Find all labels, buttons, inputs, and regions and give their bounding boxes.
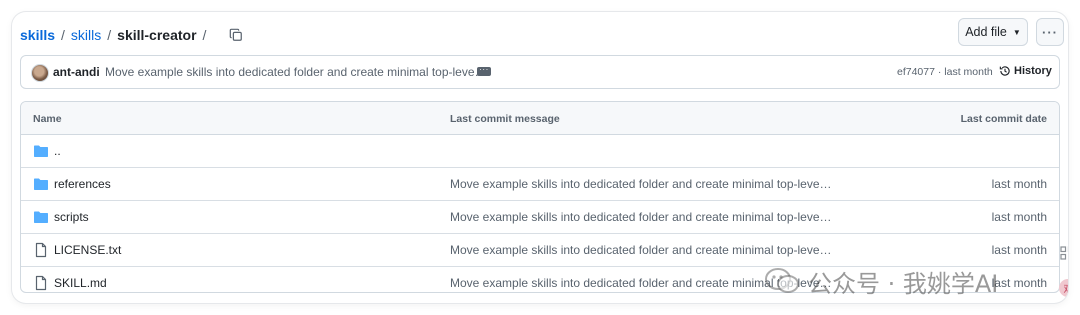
commit-message[interactable]: Move example skills into dedicated folde… xyxy=(105,65,487,79)
more-options-button[interactable]: ··· xyxy=(1036,18,1064,46)
commit-author[interactable]: ant-andi xyxy=(53,65,100,79)
table-row[interactable]: references Move example skills into dedic… xyxy=(21,168,1059,201)
latest-commit-bar: ant-andi Move example skills into dedica… xyxy=(20,55,1060,89)
folder-icon xyxy=(33,176,49,192)
caret-down-icon: ▼ xyxy=(1012,27,1021,37)
file-icon xyxy=(33,275,49,291)
watermark-text: 公众号 · 我姚学AI xyxy=(808,269,999,298)
commit-message-link[interactable]: Move example skills into dedicated folde… xyxy=(450,210,832,224)
breadcrumb-separator: / xyxy=(202,27,207,43)
breadcrumb-repo-link[interactable]: skills xyxy=(20,27,55,43)
commit-date: last month xyxy=(991,177,1047,191)
commit-hash-time[interactable]: ef74077 · last month xyxy=(897,66,993,78)
header-message: Last commit message xyxy=(450,113,560,125)
commit-date: last month xyxy=(991,210,1047,224)
file-name-link[interactable]: references xyxy=(54,177,111,191)
expand-commit-button[interactable]: ··· xyxy=(477,66,491,76)
commit-date: last month xyxy=(991,243,1047,257)
folder-icon xyxy=(33,209,49,225)
copy-icon xyxy=(230,28,243,41)
commit-date: last month xyxy=(991,276,1047,290)
table-row[interactable]: LICENSE.txt Move example skills into dedi… xyxy=(21,234,1059,267)
file-name-link[interactable]: SKILL.md xyxy=(54,276,107,290)
file-name-link[interactable]: scripts xyxy=(54,210,89,224)
avatar[interactable] xyxy=(31,64,49,82)
wechat-logo-icon xyxy=(765,268,799,293)
file-name-link[interactable]: LICENSE.txt xyxy=(54,243,121,257)
breadcrumb-separator: / xyxy=(107,27,112,43)
folder-icon xyxy=(33,143,49,159)
table-row[interactable]: .. xyxy=(21,135,1059,168)
copy-path-button[interactable] xyxy=(226,25,246,45)
commit-message-link[interactable]: Move example skills into dedicated folde… xyxy=(450,177,832,191)
breadcrumb-row: skills / skills / skill-creator / Add fi… xyxy=(20,16,1064,52)
breadcrumb-separator: / xyxy=(61,27,65,43)
commit-message-link[interactable]: Move example skills into dedicated folde… xyxy=(450,243,832,257)
table-row[interactable]: scripts Move example skills into dedicate… xyxy=(21,201,1059,234)
file-name-link[interactable]: .. xyxy=(54,144,61,158)
header-name: Name xyxy=(33,113,62,125)
breadcrumb-folder-link[interactable]: skills xyxy=(71,27,101,43)
header-date: Last commit date xyxy=(960,113,1047,125)
add-file-button[interactable]: Add file ▼ xyxy=(958,18,1028,46)
add-file-label: Add file xyxy=(965,25,1007,39)
history-button[interactable]: History xyxy=(999,65,1052,77)
floating-badge[interactable]: 双 xyxy=(1059,279,1068,297)
file-icon xyxy=(33,242,49,258)
qr-grid-icon[interactable] xyxy=(1060,246,1068,260)
history-label: History xyxy=(1014,65,1052,77)
content-area: skills / skills / skill-creator / Add fi… xyxy=(20,12,1064,303)
watermark: 公众号 · 我姚学AI xyxy=(764,264,998,298)
table-header: Name Last commit message Last commit dat… xyxy=(21,102,1059,135)
breadcrumb: skills / skills / skill-creator / xyxy=(20,25,246,45)
repository-file-browser: skills / skills / skill-creator / Add fi… xyxy=(12,12,1068,303)
breadcrumb-current: skill-creator xyxy=(117,27,197,43)
history-icon xyxy=(999,66,1010,76)
